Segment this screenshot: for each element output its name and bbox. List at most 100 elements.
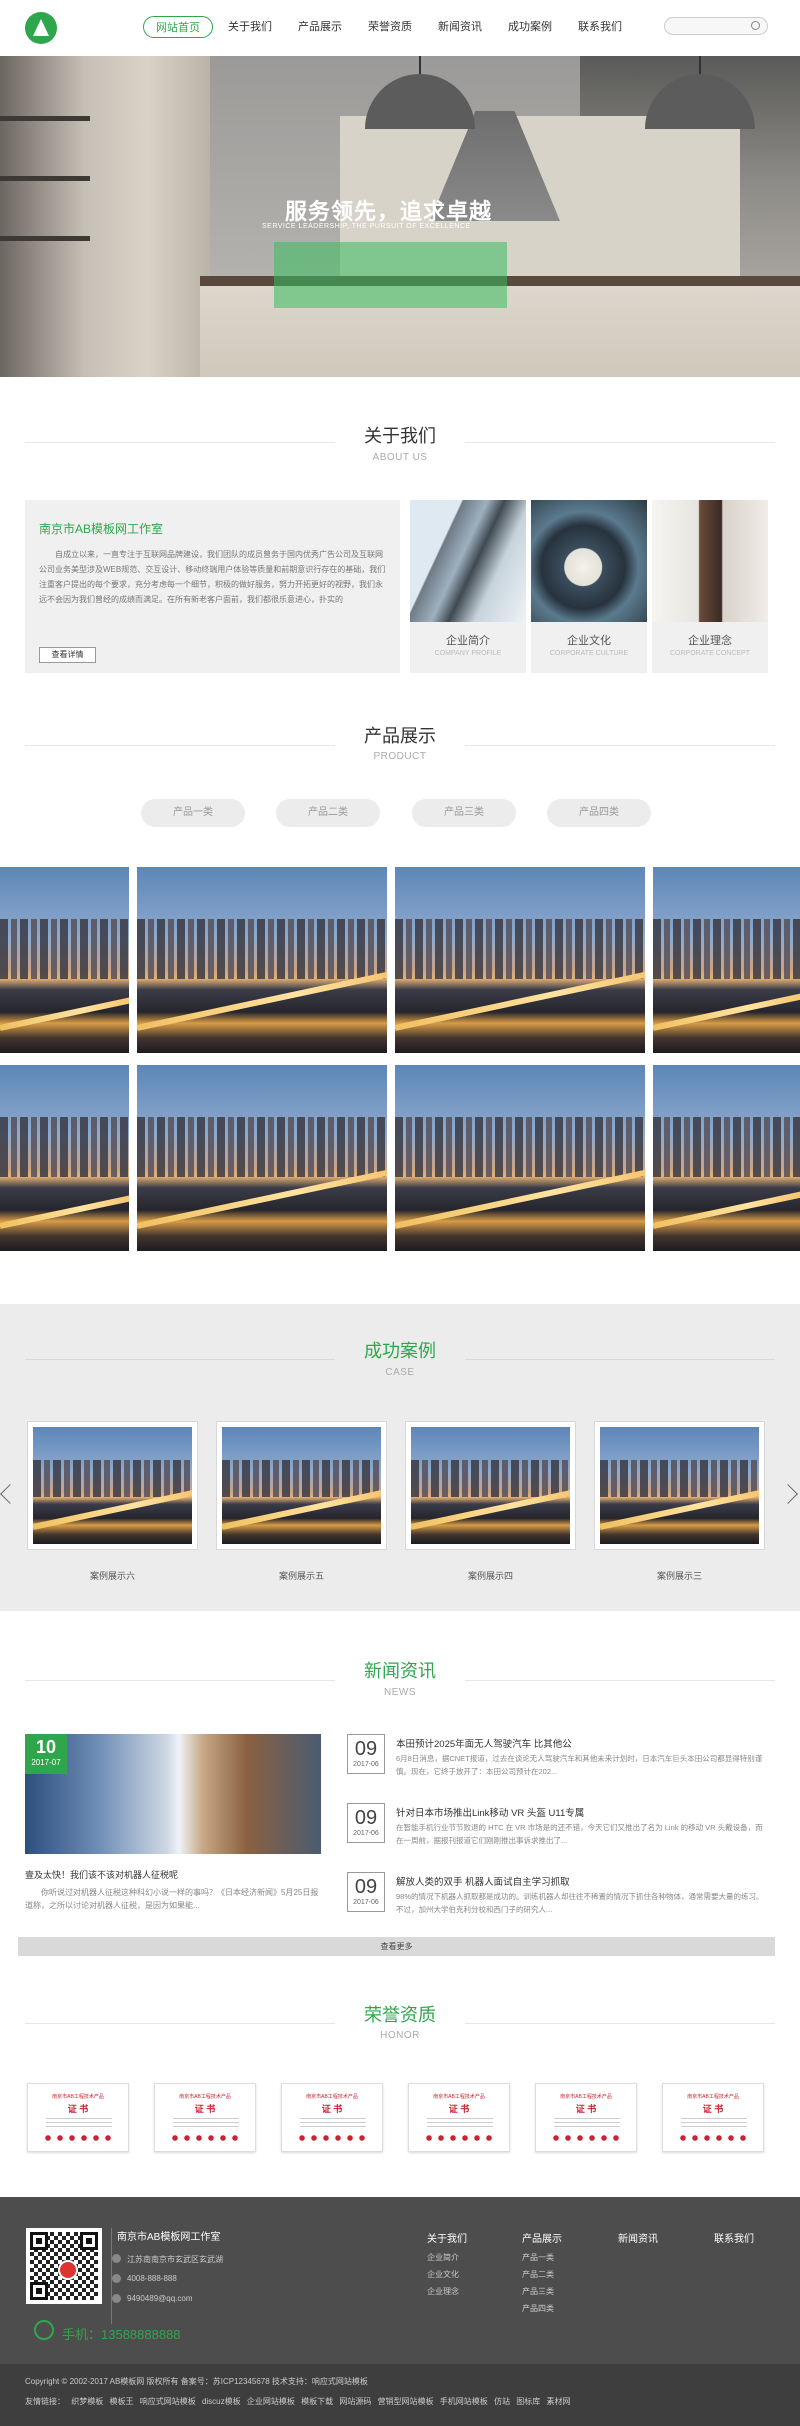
nav-home[interactable]: 网站首页 bbox=[143, 16, 213, 38]
news-more-button[interactable]: 查看更多 bbox=[18, 1937, 775, 1956]
footer-link[interactable]: 产品二类 bbox=[522, 2269, 554, 2280]
case-name[interactable]: 案例展示五 bbox=[216, 1569, 387, 1582]
certificate[interactable]: 南京市AB工程技术产品证 书 bbox=[281, 2083, 383, 2152]
certificate[interactable]: 南京市AB工程技术产品证 书 bbox=[535, 2083, 637, 2152]
news-item-title[interactable]: 针对日本市场推出Link移动 VR 头盔 U11专属 bbox=[396, 1805, 768, 1819]
case-name[interactable]: 案例展示三 bbox=[594, 1569, 765, 1582]
certificate[interactable]: 南京市AB工程技术产品证 书 bbox=[154, 2083, 256, 2152]
friend-link[interactable]: 企业网站模板 bbox=[247, 2397, 295, 2406]
product-tab-2[interactable]: 产品二类 bbox=[276, 799, 380, 827]
product-title: 产品展示 bbox=[364, 726, 436, 746]
product-tab-4[interactable]: 产品四类 bbox=[547, 799, 651, 827]
certificate[interactable]: 南京市AB工程技术产品证 书 bbox=[408, 2083, 510, 2152]
logo[interactable] bbox=[25, 12, 57, 44]
news-featured-title[interactable]: 壹及太快！我们该不该对机器人征税呢 bbox=[25, 1868, 325, 1881]
phone-icon bbox=[112, 2274, 121, 2283]
case-image bbox=[600, 1427, 759, 1544]
qr-finder bbox=[30, 2282, 48, 2300]
cert-heading: 南京市AB工程技术产品 bbox=[687, 2094, 739, 2100]
certificate[interactable]: 南京市AB工程技术产品证 书 bbox=[662, 2083, 764, 2152]
cert-title: 证 书 bbox=[575, 2104, 597, 2114]
footer-link[interactable]: 企业简介 bbox=[427, 2252, 459, 2263]
copyright: Copyright © 2002-2017 AB模板网 版权所有 备案号：苏IC… bbox=[25, 2377, 368, 2386]
nav-products[interactable]: 产品展示 bbox=[290, 16, 350, 38]
product-image[interactable] bbox=[653, 867, 800, 1053]
news-title: 新闻资讯 bbox=[364, 1661, 436, 1681]
friend-link[interactable]: 模板王 bbox=[109, 2397, 133, 2406]
product-image[interactable] bbox=[137, 1065, 387, 1251]
about-more-button[interactable]: 查看详情 bbox=[39, 647, 96, 663]
case-name[interactable]: 案例展示六 bbox=[27, 1569, 198, 1582]
search-input[interactable] bbox=[664, 17, 768, 35]
nav-about[interactable]: 关于我们 bbox=[220, 16, 280, 38]
product-image[interactable] bbox=[137, 867, 387, 1053]
friend-link[interactable]: 织梦模板 bbox=[71, 2397, 103, 2406]
news-item-title[interactable]: 本田预计2025年面无人驾驶汽车 比其他公 bbox=[396, 1736, 768, 1750]
cert-text-lines bbox=[554, 2118, 620, 2128]
friend-link[interactable]: 仿站 bbox=[494, 2397, 510, 2406]
cert-title: 证 书 bbox=[321, 2104, 343, 2114]
about-title: 关于我们 bbox=[364, 426, 436, 446]
friend-link[interactable]: 素材网 bbox=[547, 2397, 571, 2406]
case-card[interactable] bbox=[216, 1421, 387, 1550]
product-image[interactable] bbox=[0, 867, 129, 1053]
room-image bbox=[652, 500, 768, 622]
friend-link[interactable]: 手机网站模板 bbox=[440, 2397, 488, 2406]
product-image[interactable] bbox=[0, 1065, 129, 1251]
cert-text-lines bbox=[300, 2118, 366, 2128]
footer-address: 江苏南南京市玄武区玄武湖 bbox=[127, 2255, 223, 2264]
friend-link[interactable]: discuz模板 bbox=[202, 2397, 241, 2406]
product-tab-3[interactable]: 产品三类 bbox=[412, 799, 516, 827]
mobile-icon bbox=[34, 2320, 54, 2340]
nav-cases[interactable]: 成功案例 bbox=[500, 16, 560, 38]
card-title: 企业理念 bbox=[688, 635, 732, 647]
product-tab-1[interactable]: 产品一类 bbox=[141, 799, 245, 827]
case-card[interactable] bbox=[594, 1421, 765, 1550]
links-label: 友情链接： bbox=[25, 2397, 65, 2406]
card-title: 企业简介 bbox=[446, 635, 490, 647]
news-featured-image[interactable] bbox=[25, 1734, 321, 1854]
friend-link[interactable]: 模板下载 bbox=[301, 2397, 333, 2406]
news-date: 09 2017-06 bbox=[347, 1803, 385, 1843]
about-intro: 南京市AB模板网工作室 自成立以来，一直专注于互联网品牌建设，我们团队的成员曾务… bbox=[25, 500, 400, 673]
footer-col-title[interactable]: 联系我们 bbox=[714, 2230, 754, 2245]
date-day: 09 bbox=[354, 1807, 378, 1829]
about-card-culture[interactable]: 企业文化 CORPORATE CULTURE bbox=[531, 500, 647, 673]
footer-link[interactable]: 产品四类 bbox=[522, 2303, 554, 2314]
footer-bottom bbox=[0, 2364, 800, 2426]
certificate[interactable]: 南京市AB工程技术产品证 书 bbox=[27, 2083, 129, 2152]
cert-heading: 南京市AB工程技术产品 bbox=[433, 2094, 485, 2100]
news-item-title[interactable]: 解放人类的双手 机器人面试自主学习抓取 bbox=[396, 1874, 768, 1888]
nav-honor[interactable]: 荣誉资质 bbox=[360, 16, 420, 38]
case-card[interactable] bbox=[27, 1421, 198, 1550]
product-image[interactable] bbox=[653, 1065, 800, 1251]
footer-link[interactable]: 企业文化 bbox=[427, 2269, 459, 2280]
banner-subtitle: SERVICE LEADERSHIP, THE PURSUIT OF EXCEL… bbox=[262, 223, 471, 230]
friend-link[interactable]: 营销型网站模板 bbox=[378, 2397, 434, 2406]
card-title-en: COMPANY PROFILE bbox=[434, 650, 502, 657]
friend-link[interactable]: 网站源码 bbox=[339, 2397, 371, 2406]
cert-title: 证 书 bbox=[67, 2104, 89, 2114]
footer-col-title[interactable]: 关于我们 bbox=[427, 2230, 467, 2245]
about-card-concept[interactable]: 企业理念 CORPORATE CONCEPT bbox=[652, 500, 768, 673]
about-text: 自成立以来，一直专注于互联网品牌建设，我们团队的成员曾务于国内优秀广告公司及互联… bbox=[39, 550, 386, 604]
meeting-image bbox=[531, 500, 647, 622]
friend-link[interactable]: 图标库 bbox=[516, 2397, 540, 2406]
friend-link[interactable]: 响应式网站模板 bbox=[140, 2397, 196, 2406]
date-day: 10 bbox=[35, 1737, 57, 1757]
cert-seals bbox=[42, 2134, 116, 2142]
location-icon bbox=[112, 2254, 121, 2263]
search-icon[interactable] bbox=[751, 21, 760, 30]
product-image[interactable] bbox=[395, 1065, 645, 1251]
footer-col-title[interactable]: 产品展示 bbox=[522, 2230, 562, 2245]
footer-link[interactable]: 企业理念 bbox=[427, 2286, 459, 2297]
footer-link[interactable]: 产品一类 bbox=[522, 2252, 554, 2263]
case-name[interactable]: 案例展示四 bbox=[405, 1569, 576, 1582]
product-image[interactable] bbox=[395, 867, 645, 1053]
about-card-profile[interactable]: 企业简介 COMPANY PROFILE bbox=[410, 500, 526, 673]
footer-link[interactable]: 产品三类 bbox=[522, 2286, 554, 2297]
nav-contact[interactable]: 联系我们 bbox=[570, 16, 630, 38]
footer-col-title[interactable]: 新闻资讯 bbox=[618, 2230, 658, 2245]
case-card[interactable] bbox=[405, 1421, 576, 1550]
nav-news[interactable]: 新闻资讯 bbox=[430, 16, 490, 38]
